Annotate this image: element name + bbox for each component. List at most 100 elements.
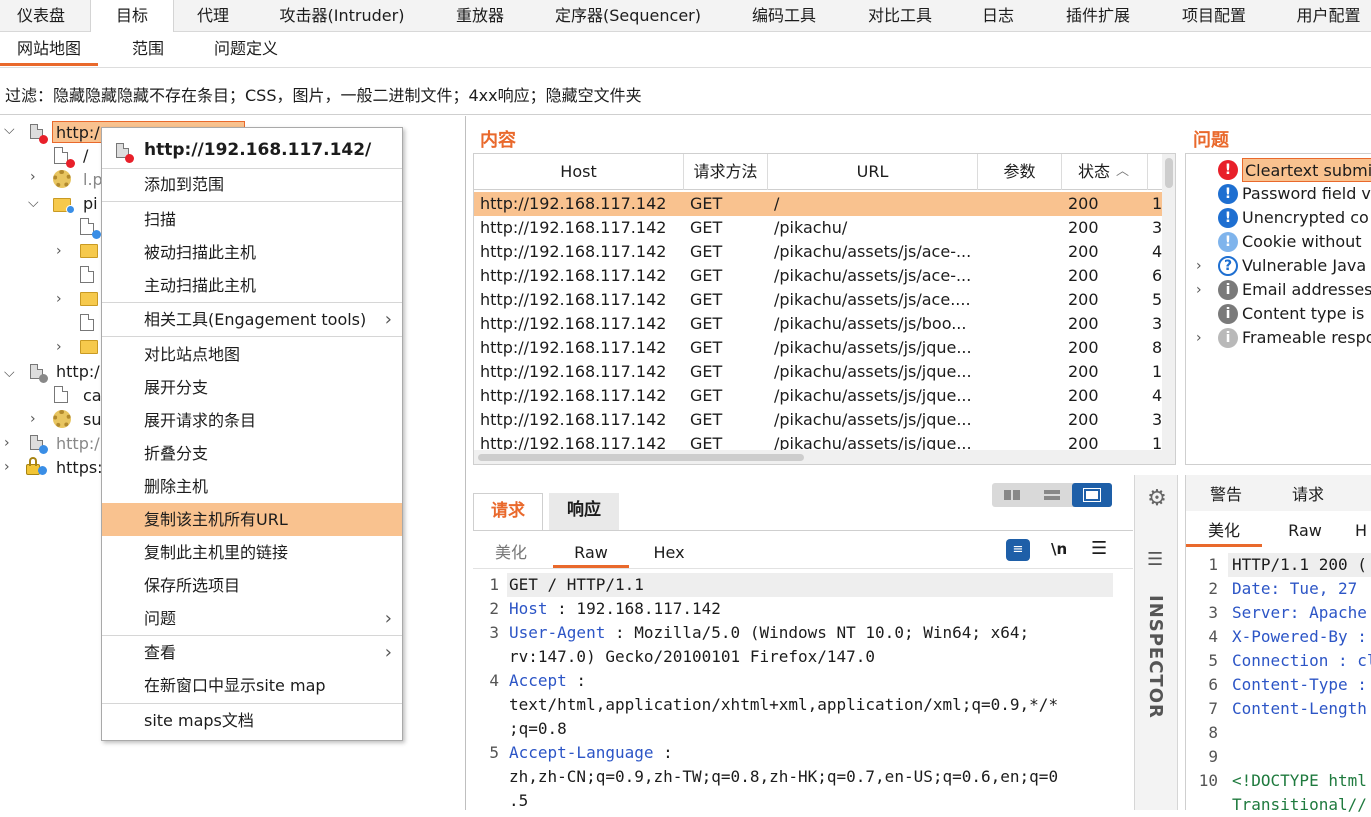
chevron-right-icon[interactable]: › xyxy=(1196,259,1206,273)
tab-request[interactable]: 请求 xyxy=(473,493,543,530)
request-line[interactable]: Accept : xyxy=(509,669,586,693)
menu-site-maps-docs[interactable]: site maps文档 xyxy=(102,704,402,737)
tab-logger[interactable]: 日志 xyxy=(972,0,1024,32)
menu-active-scan[interactable]: 主动扫描此主机 xyxy=(102,269,402,302)
tab-project-options[interactable]: 项目配置 xyxy=(1170,0,1258,32)
menu-passive-scan[interactable]: 被动扫描此主机 xyxy=(102,236,402,269)
tab-scope[interactable]: 范围 xyxy=(110,32,186,66)
tree-item-root[interactable]: / xyxy=(83,145,88,167)
tab-response[interactable]: 响应 xyxy=(549,493,619,530)
tab-proxy[interactable]: 代理 xyxy=(180,0,246,32)
response-line[interactable]: Date: Tue, 27 xyxy=(1232,577,1357,601)
request-line[interactable]: Accept-Language : xyxy=(509,741,673,765)
table-row[interactable]: http://192.168.117.142 GET/200 1 xyxy=(474,192,1162,216)
tab-request-2[interactable]: 请求 xyxy=(1278,481,1338,505)
view-tab-hex[interactable]: Hex xyxy=(639,540,699,568)
tree-item-pi[interactable]: pi xyxy=(83,193,98,215)
menu-collapse-branch[interactable]: 折叠分支 xyxy=(102,437,402,470)
tab-comparer[interactable]: 对比工具 xyxy=(856,0,944,32)
inspector-sidebar[interactable]: ⚙ ☰ INSPECTOR xyxy=(1134,475,1178,810)
tab-site-map[interactable]: 网站地图 xyxy=(0,32,98,66)
col-method[interactable]: 请求方法 xyxy=(684,154,768,190)
col-url[interactable]: URL xyxy=(768,154,978,190)
menu-engagement-tools[interactable]: 相关工具(Engagement tools) › xyxy=(102,303,402,336)
col-extra[interactable] xyxy=(1148,154,1162,190)
tab-repeater[interactable]: 重放器 xyxy=(440,0,520,32)
menu-scan[interactable]: 扫描 xyxy=(102,203,402,236)
menu-expand-requested[interactable]: 展开请求的条目 xyxy=(102,404,402,437)
table-row[interactable]: http://192.168.117.142 GET/pikachu/assets… xyxy=(474,336,1162,360)
menu-view[interactable]: 查看 › xyxy=(102,636,402,669)
tree-host-4[interactable]: https: xyxy=(56,457,103,479)
tree-host-3[interactable]: http:/ xyxy=(56,433,100,455)
menu-show-new-window[interactable]: 在新窗口中显示site map xyxy=(102,669,402,702)
tab-intruder[interactable]: 攻击器(Intruder) xyxy=(272,0,412,32)
tab-warnings[interactable]: 警告 xyxy=(1196,481,1256,505)
menu-compare-site-maps[interactable]: 对比站点地图 xyxy=(102,338,402,371)
request-line[interactable]: rv:147.0) Gecko/20100101 Firefox/147.0 xyxy=(509,645,875,669)
response-line[interactable]: Content-Length xyxy=(1232,697,1367,721)
menu-expand-branch[interactable]: 展开分支 xyxy=(102,371,402,404)
vertical-scrollbar[interactable] xyxy=(1162,154,1175,450)
chevron-down-icon[interactable]: ⌵ xyxy=(28,196,39,210)
tab-sequencer[interactable]: 定序器(Sequencer) xyxy=(546,0,710,32)
col-status[interactable]: 状态 ︿ xyxy=(1062,154,1148,190)
request-line[interactable]: text/html,application/xhtml+xml,applicat… xyxy=(509,693,1058,717)
request-line[interactable]: User-Agent : Mozilla/5.0 (Windows NT 10.… xyxy=(509,621,1029,645)
split-horizontal-icon[interactable] xyxy=(1032,483,1072,507)
chevron-right-icon[interactable]: › xyxy=(4,460,14,474)
split-vertical-icon[interactable] xyxy=(992,483,1032,507)
issue-item[interactable]: Content type is xyxy=(1242,302,1364,326)
tree-item-lp[interactable]: l.p xyxy=(83,169,103,191)
issue-item[interactable]: Vulnerable Java xyxy=(1242,254,1366,278)
word-wrap-icon[interactable]: ≡ xyxy=(1006,539,1030,561)
issue-item[interactable]: Cleartext submi xyxy=(1242,158,1371,182)
menu-delete-host[interactable]: 删除主机 xyxy=(102,470,402,503)
table-row[interactable]: http://192.168.117.142 GET/pikachu/assets… xyxy=(474,384,1162,408)
tab-issue-definitions[interactable]: 问题定义 xyxy=(200,32,292,66)
issue-item[interactable]: Email addresses xyxy=(1242,278,1371,302)
chevron-down-icon[interactable]: ⌵ xyxy=(4,123,15,137)
resp-view-tab-pretty[interactable]: 美化 xyxy=(1186,517,1262,547)
tree-host-2[interactable]: http:/ xyxy=(56,361,100,383)
response-line[interactable]: Transitional// xyxy=(1232,793,1367,817)
chevron-right-icon[interactable]: › xyxy=(1196,331,1206,345)
chevron-right-icon[interactable]: › xyxy=(4,436,14,450)
menu-save-selected[interactable]: 保存所选项目 xyxy=(102,569,402,602)
chevron-right-icon[interactable]: › xyxy=(30,412,40,426)
response-line[interactable]: Server: Apache xyxy=(1232,601,1367,625)
issue-item[interactable]: Frameable respo xyxy=(1242,326,1371,350)
menu-copy-urls[interactable]: 复制该主机所有URL xyxy=(102,503,402,536)
view-tab-raw[interactable]: Raw xyxy=(553,540,629,568)
col-host[interactable]: Host xyxy=(474,154,684,190)
request-line[interactable]: ;q=0.8 xyxy=(509,717,567,741)
table-row[interactable]: http://192.168.117.142 GET/pikachu/assets… xyxy=(474,360,1162,384)
chevron-right-icon[interactable]: › xyxy=(30,170,40,184)
chevron-right-icon[interactable]: › xyxy=(56,340,66,354)
response-line[interactable]: Connection : cl xyxy=(1232,649,1371,673)
tab-target[interactable]: 目标 xyxy=(90,0,174,33)
chevron-right-icon[interactable]: › xyxy=(56,244,66,258)
response-line[interactable]: <!DOCTYPE html xyxy=(1232,769,1367,793)
response-line[interactable]: X-Powered-By : xyxy=(1232,625,1367,649)
inspector-label[interactable]: INSPECTOR xyxy=(1145,595,1166,719)
tab-dashboard[interactable]: 仪表盘 xyxy=(0,0,82,32)
table-row[interactable]: http://192.168.117.142 GET/pikachu/assets… xyxy=(474,240,1162,264)
settings-gear-icon[interactable]: ⚙ xyxy=(1145,487,1169,511)
resp-view-tab-hex[interactable]: H xyxy=(1350,517,1371,547)
issue-item[interactable]: Password field v xyxy=(1242,182,1371,206)
view-tab-pretty[interactable]: 美化 xyxy=(483,540,539,568)
request-line[interactable]: .5 xyxy=(509,789,528,813)
chevron-right-icon[interactable]: › xyxy=(56,292,66,306)
tree-item-ca[interactable]: ca xyxy=(83,385,102,407)
tab-extensions[interactable]: 插件扩展 xyxy=(1054,0,1142,32)
chevron-down-icon[interactable]: ⌵ xyxy=(4,366,15,380)
tab-decoder[interactable]: 编码工具 xyxy=(740,0,828,32)
scroll-thumb[interactable] xyxy=(478,454,804,461)
tree-item-su[interactable]: su xyxy=(83,409,101,431)
horizontal-scrollbar[interactable] xyxy=(474,450,1175,464)
resp-view-tab-raw[interactable]: Raw xyxy=(1270,517,1340,547)
table-row[interactable]: http://192.168.117.142 GET/pikachu/assets… xyxy=(474,312,1162,336)
menu-add-to-scope[interactable]: 添加到范围 xyxy=(102,168,402,201)
single-pane-icon[interactable] xyxy=(1072,483,1112,507)
